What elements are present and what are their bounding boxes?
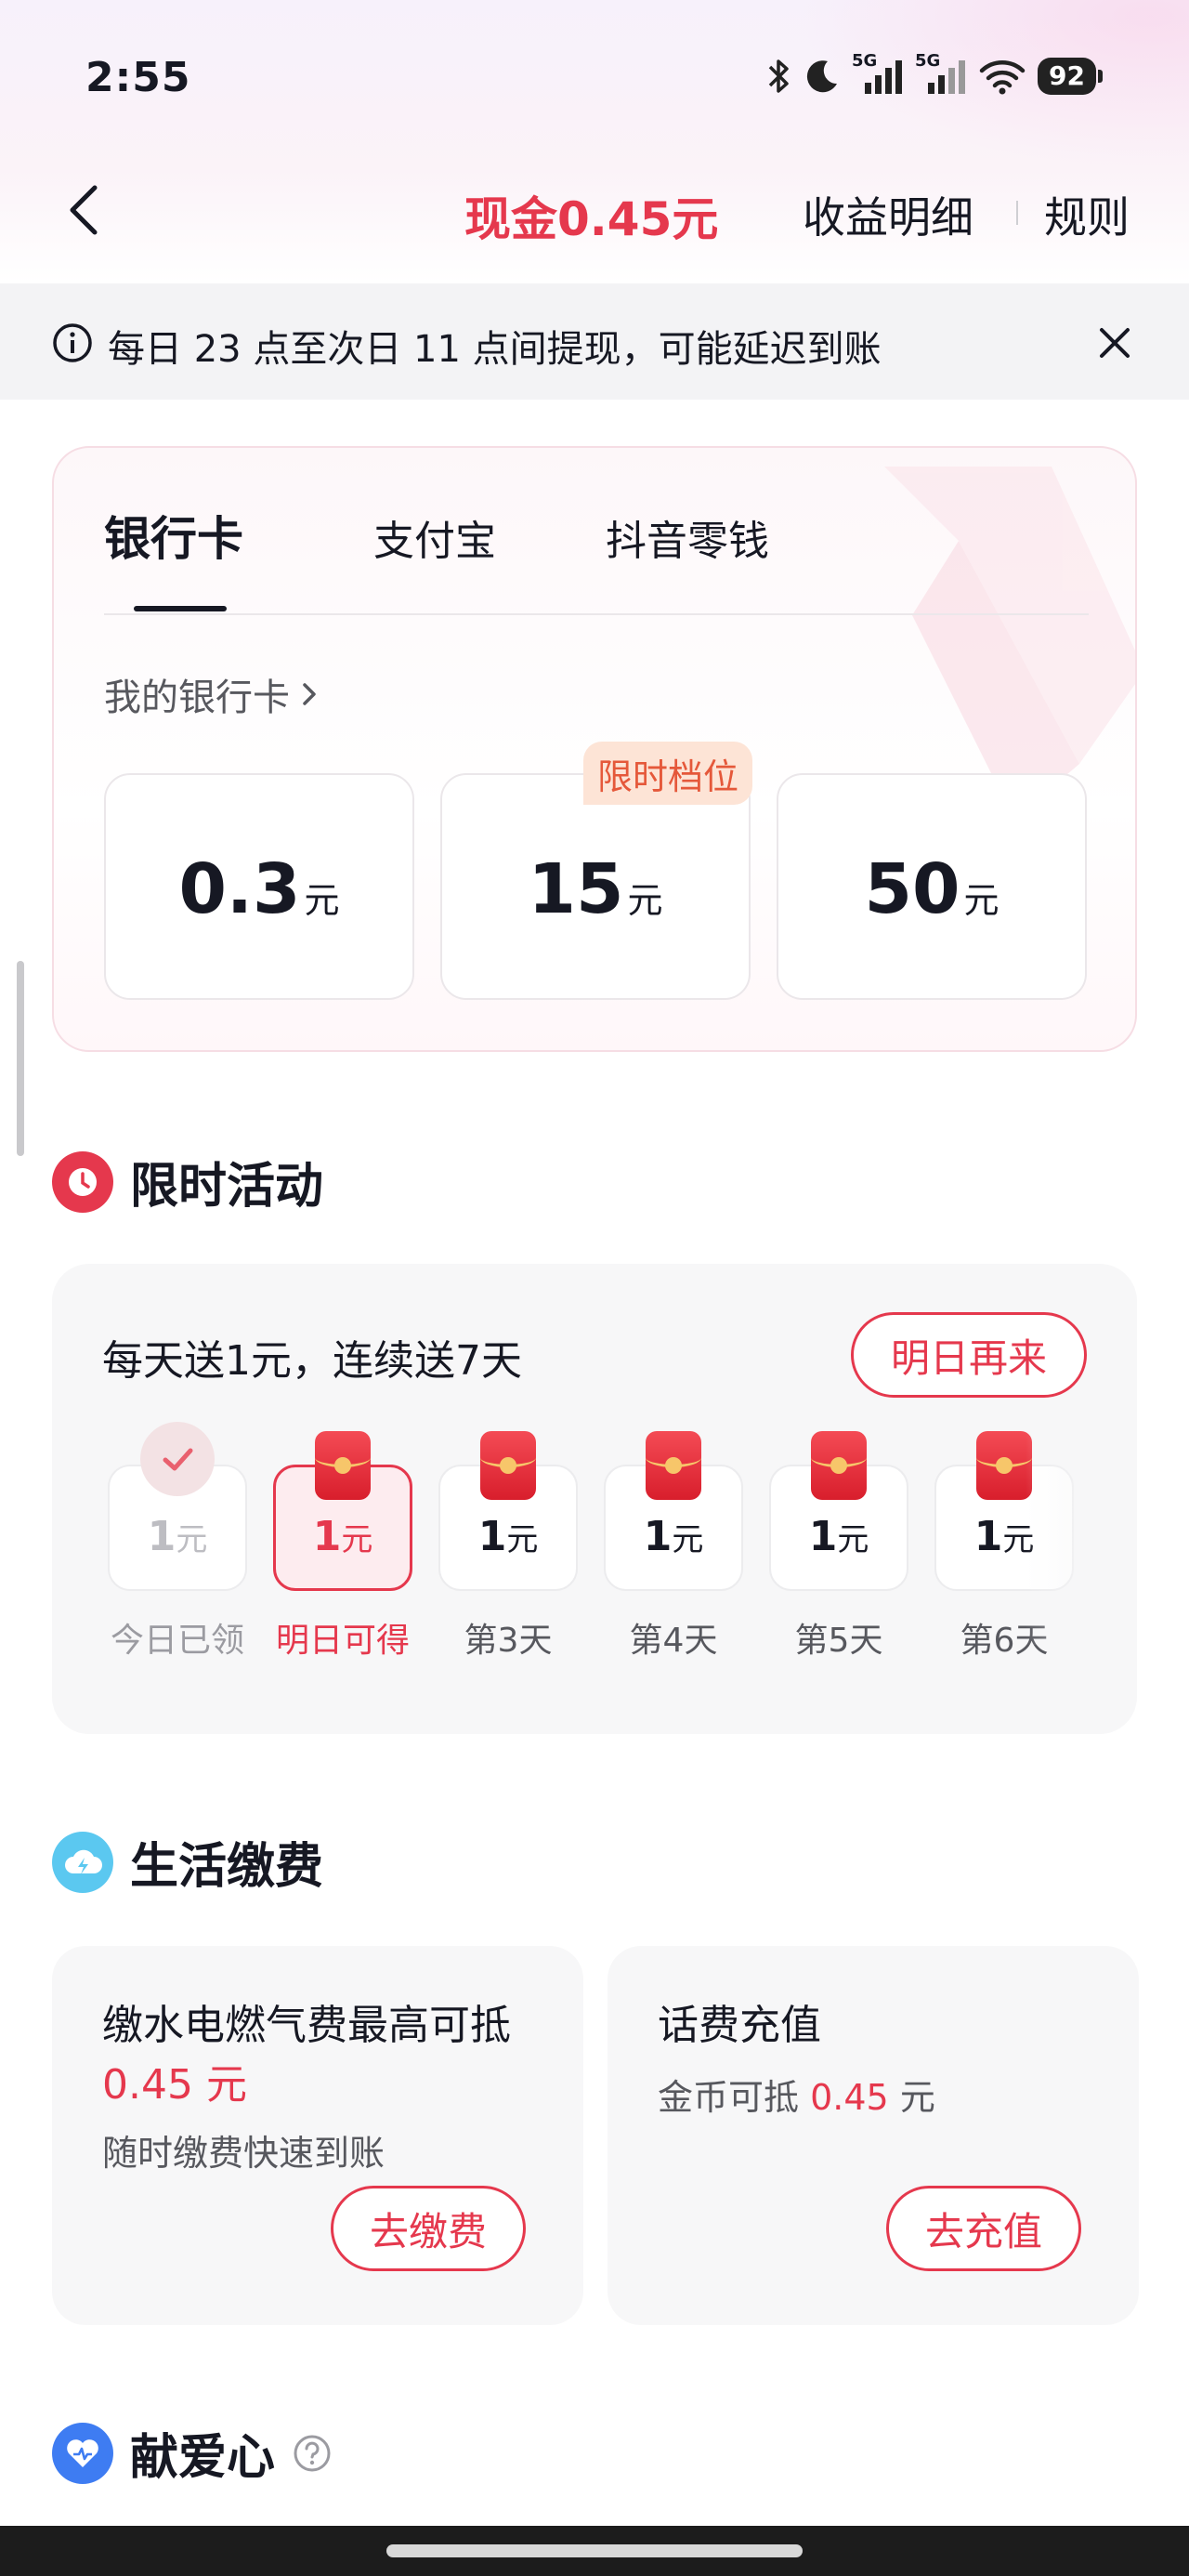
activity-section-title: 限时活动 — [130, 1159, 324, 1215]
amount-option-0-3[interactable]: 0.3 元 — [104, 773, 414, 1000]
red-envelope-icon — [480, 1431, 536, 1500]
status-icons: 5G 5G 92 — [766, 51, 1103, 99]
status-time: 2:55 — [85, 54, 191, 101]
activity-description: 每天送1元，连续送7天 — [102, 1337, 522, 1385]
amount-option-50[interactable]: 50 元 — [777, 773, 1087, 1000]
utilities-subtitle: 随时缴费快速到账 — [102, 2133, 385, 2174]
phone-recharge-subtitle: 金币可抵 0.45 元 — [658, 2077, 935, 2118]
help-icon[interactable] — [292, 2433, 333, 2474]
rules-link[interactable]: 规则 — [1044, 184, 1130, 245]
phone-recharge-card: 话费充值 金币可抵 0.45 元 去充值 — [608, 1946, 1139, 2325]
heart-icon — [52, 2422, 113, 2484]
top-nav: 现金0.45元 收益明细 规则 — [0, 167, 1189, 251]
tab-bank-card[interactable]: 银行卡 — [104, 502, 243, 569]
utilities-card: 缴水电燃气费最高可抵 0.45 元 随时缴费快速到账 去缴费 — [52, 1946, 583, 2325]
day-label: 今日已领 — [110, 1622, 244, 1660]
day-item-1: 1元 今日已领 — [108, 1422, 247, 1660]
notice-text: 每日 23 点至次日 11 点间提现，可能延迟到账 — [108, 328, 882, 371]
recharge-button[interactable]: 去充值 — [886, 2186, 1081, 2271]
my-bank-card-label: 我的银行卡 — [104, 677, 290, 719]
pay-bills-button[interactable]: 去缴费 — [331, 2186, 526, 2271]
phone-recharge-title: 话费充值 — [658, 2002, 821, 2049]
close-icon[interactable] — [1094, 322, 1135, 363]
come-back-tomorrow-button[interactable]: 明日再来 — [851, 1312, 1087, 1398]
home-indicator[interactable] — [386, 2544, 803, 2557]
cash-balance: 现金0.45元 — [464, 192, 719, 246]
day-item-4: 1元 第4天 — [604, 1431, 743, 1660]
red-envelope-icon — [811, 1431, 867, 1500]
day-label: 第3天 — [464, 1622, 553, 1660]
charity-section-title: 献爱心 — [130, 2430, 276, 2486]
wifi-icon — [979, 60, 1026, 95]
day-item-2: 1元 明日可得 — [273, 1431, 412, 1660]
decorative-pattern — [884, 467, 1135, 820]
scroll-fade — [1026, 1422, 1137, 1645]
status-bar: 2:55 5G 5G 92 — [0, 0, 1189, 158]
withdraw-card: 银行卡 支付宝 抖音零钱 我的银行卡 0.3 元 15 元 50 元 限时档位 — [52, 446, 1137, 1052]
day-label: 明日可得 — [275, 1622, 410, 1660]
day-label: 第4天 — [629, 1622, 718, 1660]
amount-unit: 元 — [304, 880, 340, 921]
clock-icon — [52, 1150, 113, 1213]
red-envelope-icon — [315, 1431, 371, 1500]
activity-section-header: 限时活动 — [52, 1147, 323, 1216]
bluetooth-icon — [768, 59, 789, 93]
earnings-detail-link[interactable]: 收益明细 — [803, 184, 973, 245]
red-envelope-icon — [976, 1431, 1032, 1500]
active-tab-indicator — [134, 606, 227, 611]
limited-time-badge: 限时档位 — [583, 742, 752, 805]
day-label: 第5天 — [794, 1622, 883, 1660]
check-icon — [140, 1422, 215, 1496]
amount-unit: 元 — [627, 880, 663, 921]
utilities-title: 缴水电燃气费最高可抵 0.45 元 — [102, 2002, 511, 2109]
battery-indicator: 92 — [1038, 58, 1103, 95]
amount-value: 0.3 — [178, 849, 301, 929]
info-icon — [53, 323, 92, 362]
back-arrow-icon[interactable] — [58, 182, 113, 238]
amount-unit: 元 — [963, 880, 1000, 921]
day-item-3: 1元 第3天 — [438, 1431, 578, 1660]
nav-divider — [1016, 201, 1018, 225]
moon-icon — [806, 60, 838, 93]
my-bank-card-link[interactable]: 我的银行卡 — [104, 667, 321, 721]
signal-5g-1-icon: 5G — [852, 51, 904, 98]
amount-option-15[interactable]: 15 元 — [440, 773, 751, 1000]
scroll-indicator — [17, 961, 24, 1156]
lightning-cloud-icon — [52, 1831, 113, 1893]
amount-value: 50 — [864, 849, 960, 929]
chevron-right-icon — [303, 683, 316, 705]
bills-section-title: 生活缴费 — [130, 1839, 324, 1895]
tab-divider — [104, 613, 1089, 615]
red-envelope-icon — [646, 1431, 701, 1500]
tab-douyin-wallet[interactable]: 抖音零钱 — [606, 507, 769, 567]
utilities-amount: 0.45 元 — [102, 2061, 247, 2109]
day-item-5: 1元 第5天 — [769, 1431, 908, 1660]
signal-5g-2-icon: 5G — [915, 51, 967, 98]
notice-bar: 每日 23 点至次日 11 点间提现，可能延迟到账 — [0, 283, 1189, 400]
charity-section-header: 献爱心 — [52, 2418, 333, 2488]
amount-value: 15 — [528, 849, 624, 929]
bills-section-header: 生活缴费 — [52, 1827, 323, 1897]
activity-card: 每天送1元，连续送7天 明日再来 1元 今日已领 1元 明日可得 1元 第3天 … — [52, 1264, 1137, 1734]
tab-alipay[interactable]: 支付宝 — [373, 507, 496, 567]
